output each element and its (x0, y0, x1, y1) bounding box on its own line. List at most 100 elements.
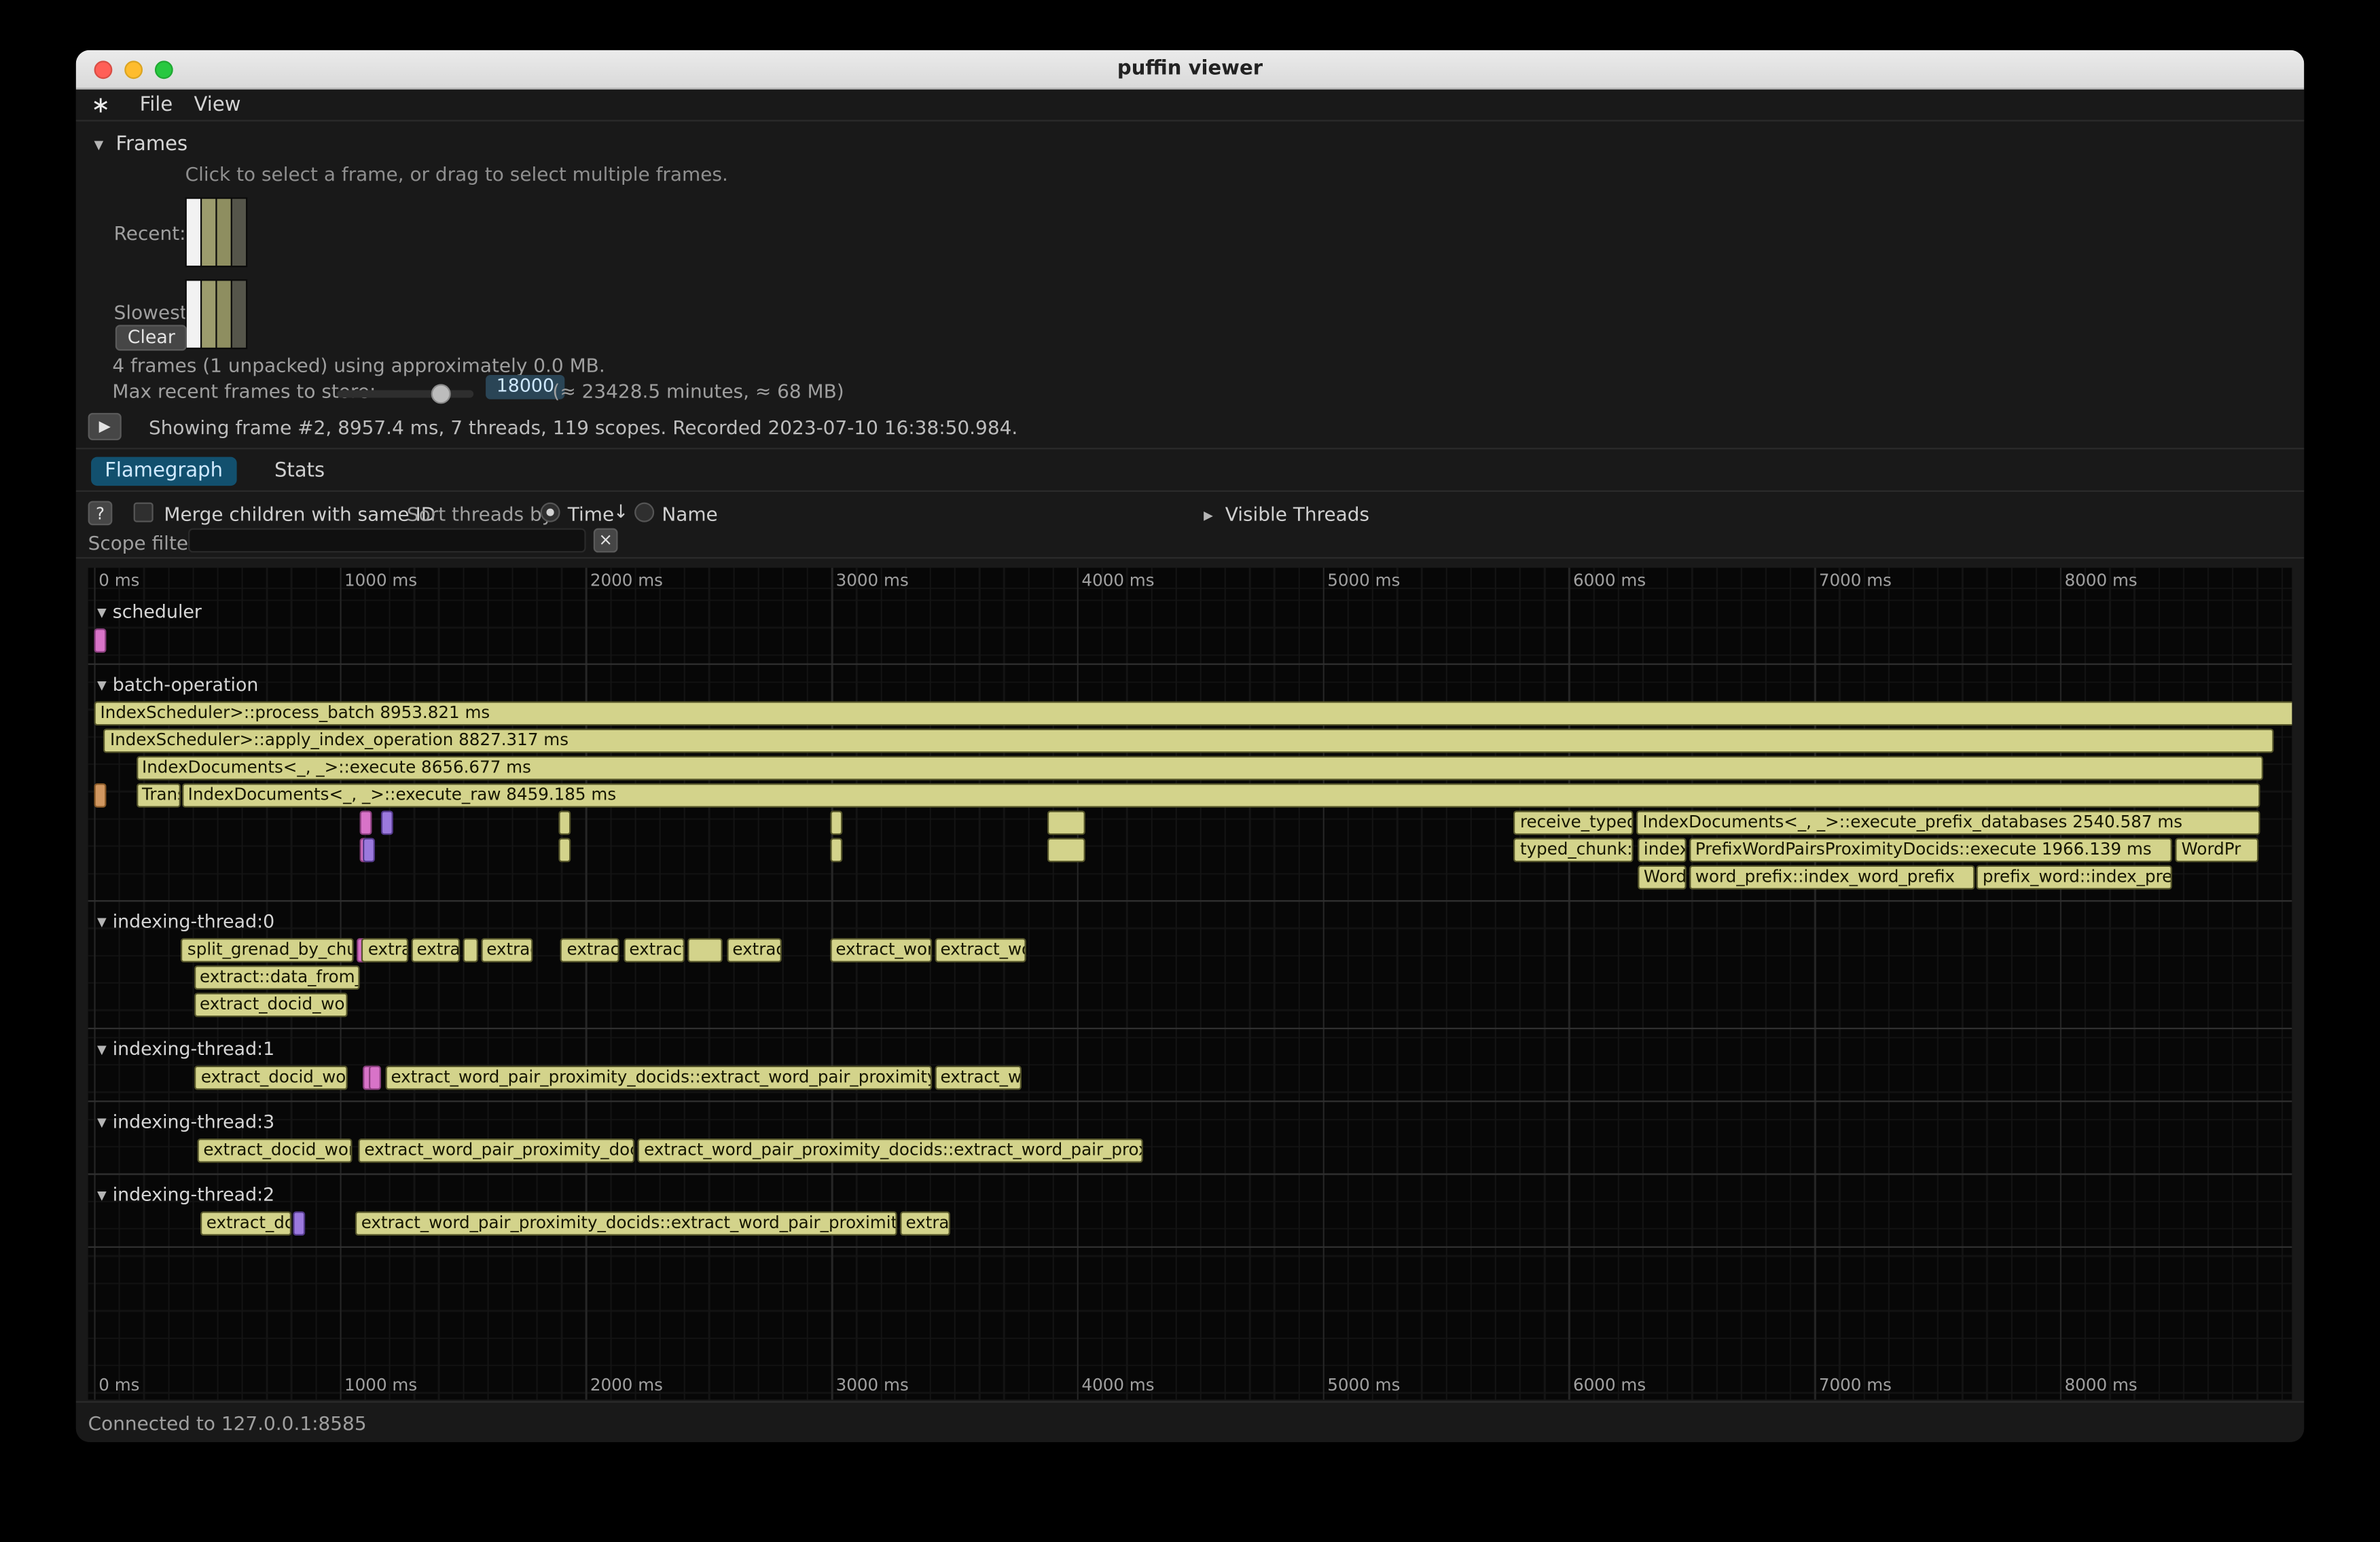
recent-frames-thumbnail[interactable] (185, 198, 248, 268)
scope-bar[interactable]: IndexDocuments<_, _>::execute_prefix_dat… (1637, 810, 2261, 835)
scope-bar[interactable]: Trans (136, 783, 181, 808)
menu-view[interactable]: View (194, 93, 241, 116)
scope-bar[interactable]: extrac (480, 938, 533, 963)
scope-bar[interactable] (1047, 838, 1086, 863)
thread-header-indexing-thread:3[interactable]: ▼indexing-thread:3 (97, 1111, 274, 1132)
sort-by-name-radio[interactable] (634, 503, 654, 522)
flamegraph-options: ? Merge children with same ID Sort threa… (76, 493, 2305, 558)
scope-bar[interactable]: extract_word_pair_proximity_docids (358, 1138, 634, 1163)
sort-by-time-label[interactable]: Time (568, 503, 614, 526)
scope-bar[interactable]: receive_typed_ (1514, 810, 1634, 835)
frame-thumb-bar[interactable] (217, 281, 231, 347)
scope-bar[interactable]: PrefixWordPairsProximityDocids::execute … (1689, 838, 2172, 863)
scope-bar[interactable] (359, 810, 372, 835)
flamegraph-canvas[interactable]: 0 ms0 ms1000 ms1000 ms2000 ms2000 ms3000… (88, 568, 2292, 1400)
desktop-background: puffin viewer ∗ File View ▼ Frames Click… (0, 0, 2380, 1542)
frame-thumb-bar[interactable] (202, 199, 215, 266)
scope-bar[interactable]: extract (362, 938, 408, 963)
scope-bar[interactable] (829, 810, 842, 835)
scope-bar[interactable] (382, 810, 394, 835)
frame-thumb-bar[interactable] (187, 281, 200, 347)
thread-separator (88, 1100, 2292, 1102)
scope-bar[interactable]: IndexScheduler>::process_batch 8953.821 … (94, 701, 2292, 725)
scope-bar[interactable]: extract_word (829, 938, 931, 963)
merge-children-checkbox[interactable] (134, 503, 154, 522)
scope-bar[interactable]: extract_docid_wor (194, 992, 347, 1017)
frame-thumb-bar[interactable] (202, 281, 215, 347)
sort-by-name-label[interactable]: Name (662, 503, 717, 526)
sort-by-time-radio[interactable] (541, 503, 560, 522)
frame-thumb-bar[interactable] (232, 281, 246, 347)
scope-bar[interactable] (94, 783, 107, 808)
frame-thumb-bar[interactable] (232, 199, 246, 266)
clear-filter-button[interactable]: × (594, 528, 618, 553)
thread-header-indexing-thread:2[interactable]: ▼indexing-thread:2 (97, 1184, 274, 1205)
scope-bar[interactable]: word_prefix::index_word_prefix (1689, 865, 1974, 890)
thread-separator (88, 1247, 2292, 1248)
frames-collapse-header[interactable]: ▼ Frames (94, 134, 188, 157)
scope-bar[interactable]: IndexDocuments<_, _>::execute 8656.677 m… (136, 756, 2263, 781)
scope-bar[interactable]: typed_chunk::w (1514, 838, 1634, 863)
app-asterisk-icon[interactable]: ∗ (91, 91, 118, 118)
scope-bar[interactable]: extract_ (623, 938, 683, 963)
scope-bar[interactable] (829, 838, 842, 863)
thread-header-batch-operation[interactable]: ▼batch-operation (97, 674, 258, 695)
scope-bar[interactable] (369, 1066, 381, 1090)
scope-bar[interactable]: extract_docid_word (197, 1138, 352, 1163)
scope-bar[interactable]: extra (411, 938, 460, 963)
thread-header-indexing-thread:0[interactable]: ▼indexing-thread:0 (97, 911, 274, 932)
frame-thumb-bar[interactable] (217, 199, 231, 266)
thread-header-indexing-thread:1[interactable]: ▼indexing-thread:1 (97, 1039, 274, 1060)
play-button[interactable]: ▶ (88, 413, 122, 440)
help-button[interactable]: ? (88, 501, 113, 525)
scope-bar[interactable] (1047, 810, 1086, 835)
scope-bar[interactable]: index (1638, 838, 1687, 863)
slowest-frames-thumbnail[interactable] (185, 279, 248, 349)
time-tick-label: 7000 ms (1819, 1376, 1892, 1395)
slider-knob[interactable] (431, 384, 451, 404)
scope-bar[interactable]: extract_word_pair_proximity_docids::extr… (385, 1066, 932, 1090)
scope-bar[interactable]: WordPr (2176, 838, 2259, 863)
scope-bar[interactable]: extract_word_pair_proximity_docids::extr… (638, 1138, 1142, 1163)
scope-bar[interactable]: prefix_word::index_prefix_wo (1977, 865, 2172, 890)
scope-bar[interactable]: extract::data_from_ob (194, 965, 359, 990)
scope-bar[interactable]: split_grenad_by_chun (181, 938, 355, 963)
time-tick-label: 3000 ms (836, 1376, 909, 1395)
scope-bar[interactable] (94, 628, 107, 653)
tab-flamegraph[interactable]: Flamegraph (91, 456, 236, 485)
time-tick-label: 6000 ms (1573, 1376, 1646, 1395)
merge-children-label[interactable]: Merge children with same ID (164, 503, 435, 526)
scope-bar[interactable]: extract_ (561, 938, 620, 963)
scope-bar[interactable]: IndexScheduler>::apply_index_operation 8… (104, 729, 2273, 753)
scope-bar[interactable]: Word (1638, 865, 1687, 890)
scope-bar[interactable]: extract_doc (200, 1211, 291, 1236)
scope-bar[interactable]: extract_docid_wor (195, 1066, 347, 1090)
scope-bar[interactable] (463, 938, 477, 963)
scope-bar[interactable]: extract (726, 938, 782, 963)
frame-thumb-bar[interactable] (187, 199, 200, 266)
time-tick-label: 0 ms (98, 1376, 139, 1395)
tab-stats[interactable]: Stats (261, 456, 338, 485)
menu-bar: ∗ File View (76, 90, 2305, 122)
thread-header-scheduler[interactable]: ▼scheduler (97, 601, 202, 622)
scope-bar[interactable]: IndexDocuments<_, _>::execute_raw 8459.1… (182, 783, 2260, 808)
menu-file[interactable]: File (140, 93, 173, 116)
scope-bar[interactable]: extrac (900, 1211, 950, 1236)
collapse-open-icon: ▼ (97, 606, 107, 620)
scope-bar[interactable]: extract_word_pair_proximity_docids::extr… (355, 1211, 897, 1236)
scope-bar[interactable] (559, 810, 571, 835)
sort-descending-icon[interactable]: ↓ (613, 501, 628, 522)
visible-threads-header[interactable]: ▶ Visible Threads (1204, 503, 1369, 526)
scope-bar[interactable] (687, 938, 723, 963)
scope-filter-input[interactable] (188, 528, 585, 553)
time-tick-label: 1000 ms (344, 1376, 417, 1395)
title-bar[interactable]: puffin viewer (76, 50, 2305, 90)
clear-button[interactable]: Clear (115, 325, 187, 351)
scope-bar[interactable] (559, 838, 571, 863)
scope-bar[interactable]: extract_wo (935, 1066, 1022, 1090)
time-tick-label: 8000 ms (2065, 1376, 2138, 1395)
scope-bar[interactable]: extract_wo (935, 938, 1026, 963)
scope-bar[interactable] (363, 838, 376, 863)
max-frames-slider[interactable] (337, 390, 473, 397)
scope-bar[interactable] (293, 1211, 306, 1236)
